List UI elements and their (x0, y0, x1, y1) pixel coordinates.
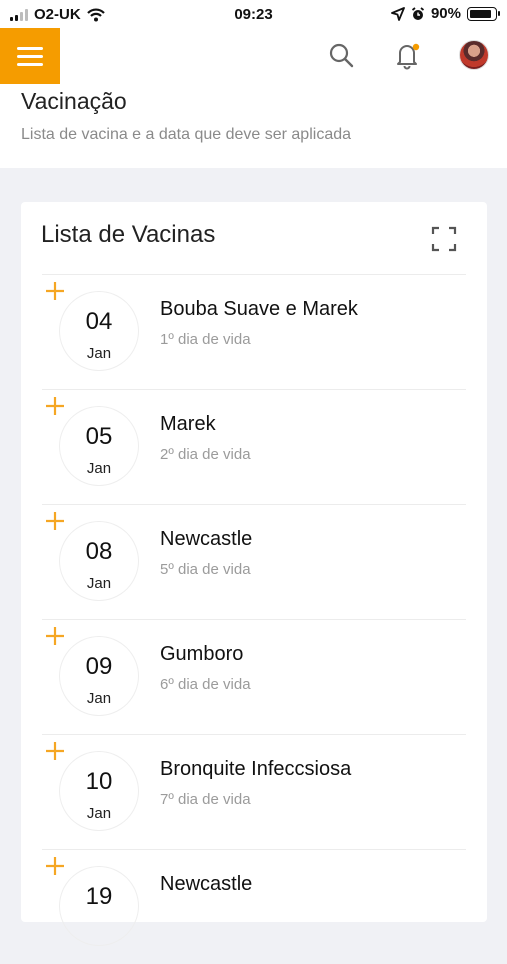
plus-icon[interactable] (44, 625, 66, 647)
plus-icon[interactable] (44, 855, 66, 877)
date-circle: 04 Jan (60, 292, 138, 370)
avatar[interactable] (459, 40, 489, 70)
date-circle: 10 Jan (60, 752, 138, 830)
vaccine-list-card: Lista de Vacinas 04 Jan Bouba Suave e Ma… (21, 202, 487, 922)
status-right: 90% (391, 5, 500, 22)
vaccine-name: Newcastle (160, 873, 253, 895)
notifications-button[interactable] (389, 38, 425, 74)
bell-icon (397, 43, 420, 70)
date-day: 05 (85, 423, 113, 450)
vaccine-age: 6º dia de vida (160, 676, 251, 693)
page-title: Vacinação (21, 88, 127, 114)
search-button[interactable] (324, 38, 360, 74)
date-circle: 08 Jan (60, 522, 138, 600)
vaccine-item[interactable]: 04 Jan Bouba Suave e Marek 1º dia de vid… (42, 274, 466, 389)
app-bar (0, 28, 507, 86)
search-icon (329, 43, 354, 68)
status-bar: O2-UK 09:23 90% (0, 0, 507, 30)
date-day: 10 (85, 768, 113, 795)
date-circle: 05 Jan (60, 407, 138, 485)
card-title: Lista de Vacinas (41, 221, 216, 248)
menu-icon (17, 46, 43, 50)
date-month: Jan (86, 460, 112, 477)
plus-icon[interactable] (44, 280, 66, 302)
plus-icon[interactable] (44, 510, 66, 532)
vaccine-item[interactable]: 05 Jan Marek 2º dia de vida (42, 389, 466, 504)
expand-button[interactable] (431, 226, 457, 252)
date-day: 09 (85, 653, 113, 680)
page-subtitle: Lista de vacina e a data que deve ser ap… (21, 126, 352, 143)
vaccine-name: Marek (160, 413, 216, 435)
vaccine-item[interactable]: 10 Jan Bronquite Infeccsiosa 7º dia de v… (42, 734, 466, 849)
vaccine-item[interactable]: 09 Jan Gumboro 6º dia de vida (42, 619, 466, 734)
plus-icon[interactable] (44, 395, 66, 417)
vaccine-age: 2º dia de vida (160, 446, 251, 463)
vaccine-list: 04 Jan Bouba Suave e Marek 1º dia de vid… (42, 274, 466, 964)
vaccine-name: Newcastle (160, 528, 253, 550)
alarm-icon (411, 6, 425, 20)
notification-dot (412, 43, 420, 51)
vaccine-item[interactable]: 19 Newcastle (42, 849, 466, 964)
plus-icon[interactable] (44, 740, 66, 762)
vaccine-age: 7º dia de vida (160, 791, 251, 808)
vaccine-name: Bronquite Infeccsiosa (160, 758, 352, 780)
date-circle: 19 (60, 867, 138, 945)
location-icon (391, 6, 405, 21)
battery-percent: 90% (430, 5, 461, 22)
vaccine-name: Bouba Suave e Marek (160, 298, 358, 320)
expand-icon (431, 226, 457, 252)
date-day: 08 (85, 538, 113, 565)
vaccine-age: 5º dia de vida (160, 561, 251, 578)
page-header: Vacinação Lista de vacina e a data que d… (0, 86, 507, 168)
menu-button[interactable] (0, 28, 60, 84)
date-day: 04 (85, 308, 113, 335)
vaccine-name: Gumboro (160, 643, 244, 665)
date-month: Jan (86, 345, 112, 362)
battery-icon (467, 6, 500, 21)
vaccine-item[interactable]: 08 Jan Newcastle 5º dia de vida (42, 504, 466, 619)
vaccine-age: 1º dia de vida (160, 331, 251, 348)
date-circle: 09 Jan (60, 637, 138, 715)
date-day: 19 (85, 883, 113, 910)
date-month: Jan (86, 690, 112, 707)
date-month: Jan (86, 805, 112, 822)
date-month: Jan (86, 575, 112, 592)
